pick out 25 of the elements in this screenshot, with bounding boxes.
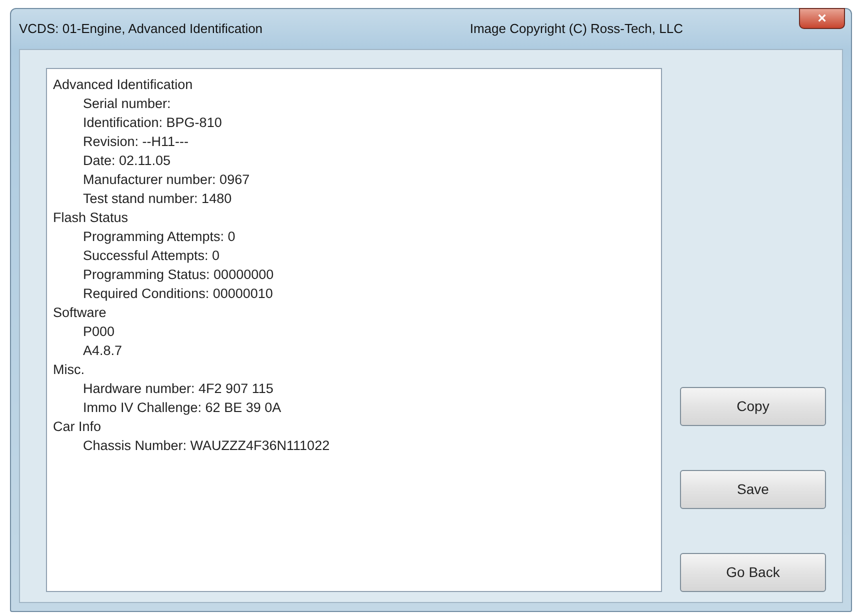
window-title: VCDS: 01-Engine, Advanced Identification xyxy=(19,20,263,38)
report-line: Manufacturer number: 0967 xyxy=(83,172,250,187)
report-line: P000 xyxy=(83,324,115,339)
section-heading: Flash Status xyxy=(53,210,128,225)
section-heading: Misc. xyxy=(53,362,84,377)
report-line: Hardware number: 4F2 907 115 xyxy=(83,381,274,396)
dialog-button[interactable]: Copy xyxy=(680,387,826,426)
dialog-button[interactable]: Go Back xyxy=(680,553,826,592)
section-heading: Software xyxy=(53,305,106,320)
copyright-text: Image Copyright (C) Ross-Tech, LLC xyxy=(470,20,683,38)
report-line: Serial number: xyxy=(83,96,171,111)
section-heading: Advanced Identification xyxy=(53,77,193,92)
report-line: Programming Attempts: 0 xyxy=(83,229,236,244)
report-line: A4.8.7 xyxy=(83,343,122,358)
report-line: Successful Attempts: 0 xyxy=(83,248,220,263)
report-line: Revision: --H11--- xyxy=(83,134,189,149)
report-line: Chassis Number: WAUZZZ4F36N111022 xyxy=(83,438,330,453)
report-line: Test stand number: 1480 xyxy=(83,191,232,206)
report-line: Programming Status: 00000000 xyxy=(83,267,274,282)
report-line: Identification: BPG-810 xyxy=(83,115,222,130)
report-line: Required Conditions: 00000010 xyxy=(83,286,273,301)
report-line: Immo IV Challenge: 62 BE 39 0A xyxy=(83,400,282,415)
section-heading: Car Info xyxy=(53,419,102,434)
report-line: Date: 02.11.05 xyxy=(83,153,171,168)
dialog-button[interactable]: Save xyxy=(680,470,826,509)
